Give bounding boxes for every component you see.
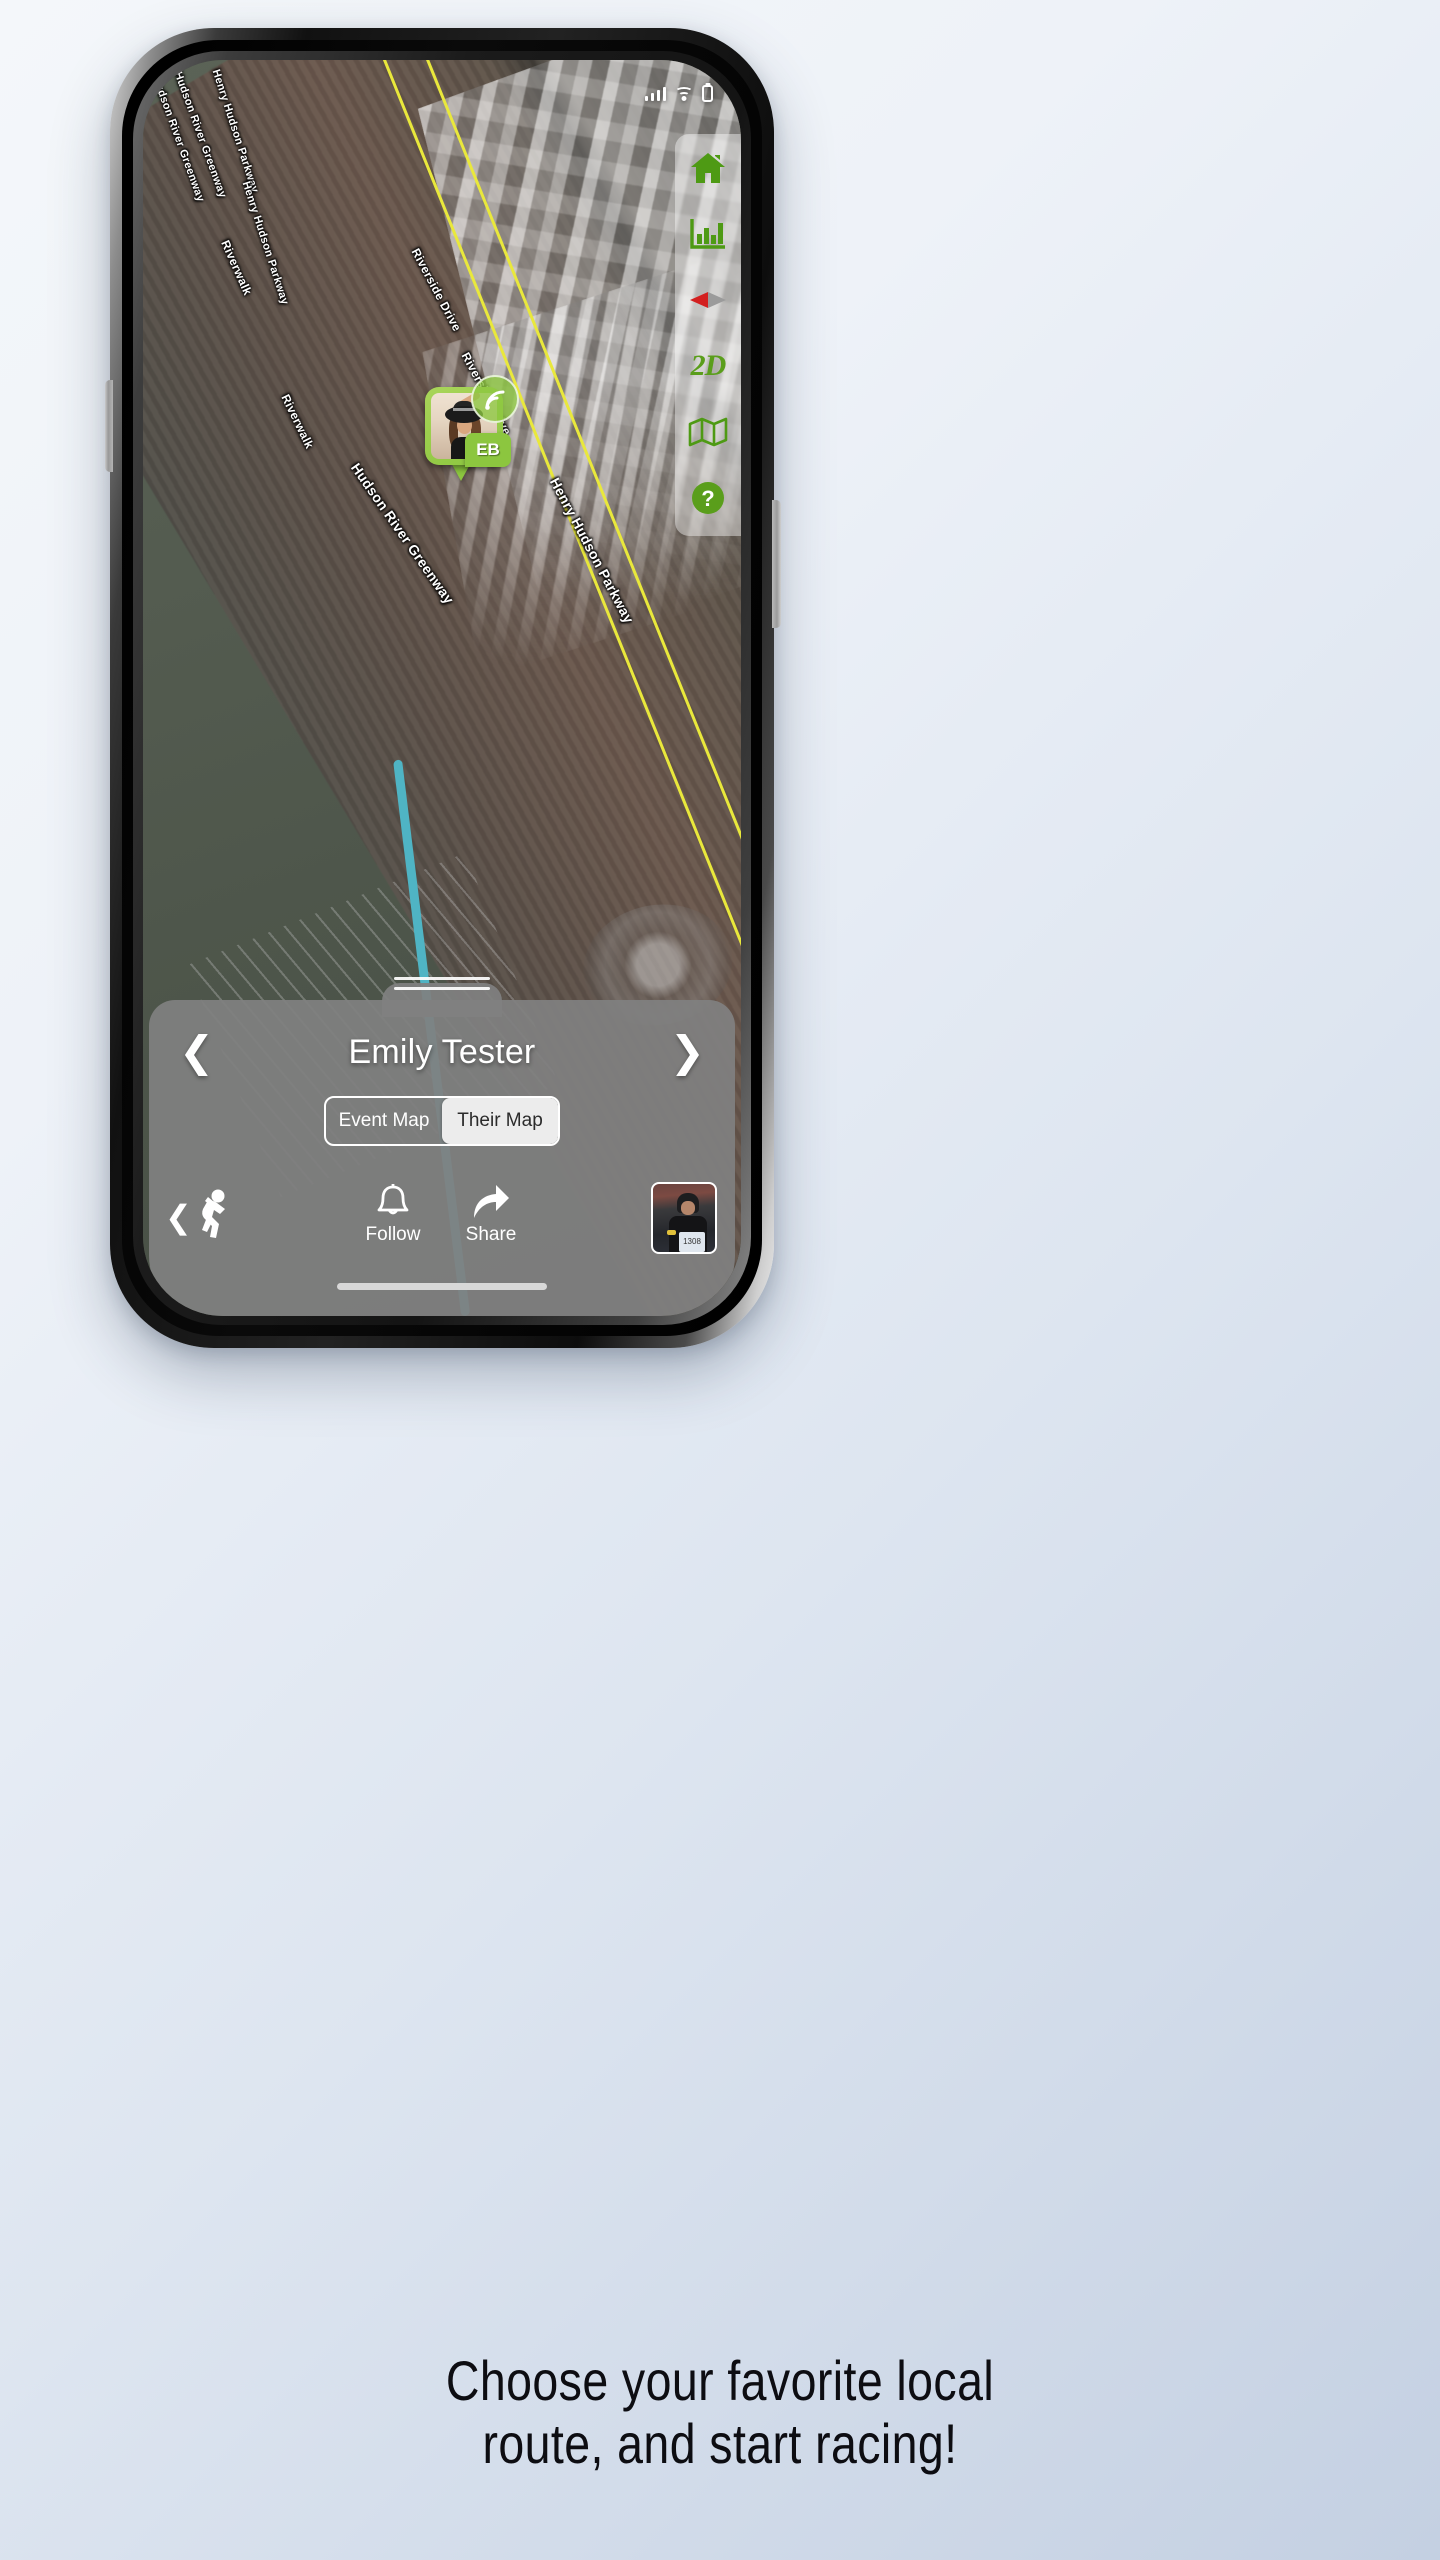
- back-button[interactable]: ❮: [165, 1198, 192, 1236]
- status-bar: [644, 85, 713, 102]
- live-broadcast-icon: [471, 375, 519, 423]
- prev-person-button[interactable]: ❮: [179, 1031, 214, 1073]
- bib-number: 1308: [679, 1232, 705, 1252]
- cellular-signal-icon: [644, 86, 666, 101]
- next-person-button[interactable]: ❯: [670, 1031, 705, 1073]
- runner-map-marker[interactable]: EB: [425, 375, 519, 487]
- sheet-drag-handle[interactable]: [382, 977, 502, 1017]
- bottom-sheet: ❮ Emily Tester ❯ Event Map Their Map ❮ F…: [149, 977, 735, 1316]
- compass-needle-icon[interactable]: [685, 280, 731, 320]
- primary-actions: Follow Share: [358, 1180, 526, 1246]
- volume-button[interactable]: [105, 380, 113, 472]
- tab-event-map[interactable]: Event Map: [326, 1098, 442, 1144]
- wifi-icon: [675, 86, 693, 101]
- tab-their-map[interactable]: Their Map: [442, 1098, 558, 1144]
- home-icon[interactable]: [685, 148, 731, 188]
- person-navigator: ❮ Emily Tester ❯: [149, 1022, 735, 1082]
- help-question-icon[interactable]: ?: [685, 478, 731, 518]
- marker-initials-badge: EB: [465, 433, 511, 467]
- map-layers-icon[interactable]: [685, 412, 731, 452]
- stats-bar-chart-icon[interactable]: [685, 214, 731, 254]
- map-mode-segmented-control: Event Map Their Map: [324, 1096, 560, 1146]
- map-tool-panel: 2D ?: [675, 134, 741, 536]
- home-indicator[interactable]: [337, 1283, 547, 1290]
- phone-screen: Hudson River Greenway Hudson River Greenw…: [143, 60, 741, 1316]
- 2d-toggle-label: 2D: [690, 349, 727, 382]
- follow-button[interactable]: Follow: [358, 1180, 428, 1246]
- caption-line-2: route, and start racing!: [482, 2411, 958, 2475]
- follow-label: Follow: [365, 1224, 421, 1245]
- share-label: Share: [465, 1224, 517, 1245]
- sheet-action-bar: ❮ Follow Share 1308: [149, 1176, 735, 1262]
- runner-icon[interactable]: [197, 1188, 241, 1249]
- 2d-toggle[interactable]: 2D: [685, 346, 731, 386]
- share-button[interactable]: Share: [456, 1180, 526, 1246]
- runner-photo-thumbnail[interactable]: 1308: [651, 1182, 717, 1254]
- promo-caption: Choose your favorite local route, and st…: [122, 2349, 1317, 2475]
- caption-line-1: Choose your favorite local: [445, 2349, 995, 2412]
- page-title: Emily Tester: [348, 1032, 536, 1071]
- battery-icon: [702, 85, 713, 102]
- power-button[interactable]: [772, 500, 781, 628]
- svg-text:?: ?: [701, 486, 714, 511]
